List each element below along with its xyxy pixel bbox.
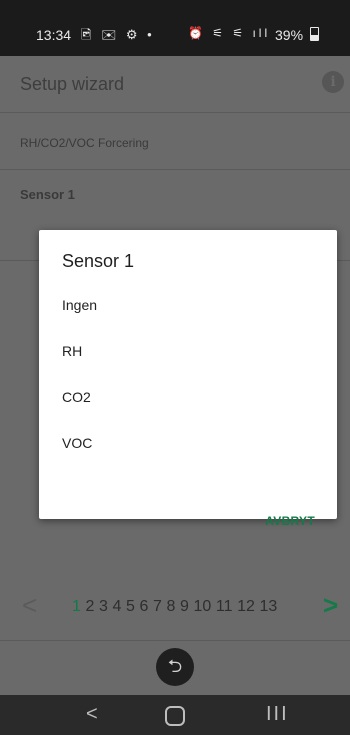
notification-icons: 🖻 ✉ ⚙ •	[81, 27, 155, 42]
page-number[interactable]: 8	[167, 598, 176, 615]
page-number[interactable]: 9	[180, 598, 189, 615]
page-numbers: 1 2 3 4 5 6 7 8 9 10 11 12 13	[72, 598, 282, 616]
option-ingen[interactable]: Ingen	[62, 297, 97, 313]
page-number[interactable]: 1	[72, 598, 81, 615]
page-number[interactable]: 7	[153, 598, 162, 615]
page-number[interactable]: 13	[259, 598, 277, 615]
next-page-button[interactable]: >	[323, 590, 338, 621]
page-title: Setup wizard	[20, 74, 125, 94]
option-voc[interactable]: VOC	[62, 435, 92, 451]
sensor-select-dialog: Sensor 1 Ingen RH CO2 VOC AVBRYT	[39, 230, 337, 528]
sensor-label: Sensor 1	[20, 187, 75, 202]
page-number[interactable]: 11	[216, 598, 233, 615]
nav-home-icon[interactable]	[165, 706, 185, 726]
clock: 13:34	[36, 27, 72, 43]
battery-percent: 39%	[275, 27, 304, 43]
app-bar: Setup wizard i	[0, 56, 350, 113]
page-number[interactable]: 12	[237, 598, 255, 615]
page-number[interactable]: 10	[194, 598, 212, 615]
page-number[interactable]: 4	[113, 598, 122, 615]
page-number[interactable]: 5	[126, 598, 135, 615]
status-bar: 13:34 🖻 ✉ ⚙ • ⏰ ⚟ ⚟ ıll 39%	[0, 0, 350, 56]
system-nav-bar: < III	[0, 695, 350, 735]
option-co2[interactable]: CO2	[62, 389, 91, 405]
dialog-title: Sensor 1	[62, 251, 135, 271]
page-navigator: < 1 2 3 4 5 6 7 8 9 10 11 12 13 >	[0, 590, 350, 620]
back-button[interactable]: ⮌	[156, 648, 194, 686]
nav-recent-apps-icon[interactable]: III	[266, 703, 289, 726]
system-icons: ⏰ ⚟ ⚟ ıll	[188, 26, 271, 40]
undo-icon: ⮌	[167, 656, 183, 676]
page-number[interactable]: 6	[140, 598, 149, 615]
section-heading: RH/CO2/VOC Forcering	[20, 136, 149, 150]
battery-icon	[310, 27, 319, 41]
prev-page-button[interactable]: <	[22, 590, 37, 621]
nav-back-icon[interactable]: <	[86, 703, 98, 726]
info-icon[interactable]: i	[322, 71, 344, 93]
cancel-button[interactable]: AVBRYT	[265, 514, 315, 528]
option-rh[interactable]: RH	[62, 343, 82, 359]
section-header: RH/CO2/VOC Forcering	[0, 113, 350, 170]
bottom-bar: ⮌	[0, 640, 350, 696]
page-number[interactable]: 3	[99, 598, 108, 615]
page-number[interactable]: 2	[86, 598, 95, 615]
